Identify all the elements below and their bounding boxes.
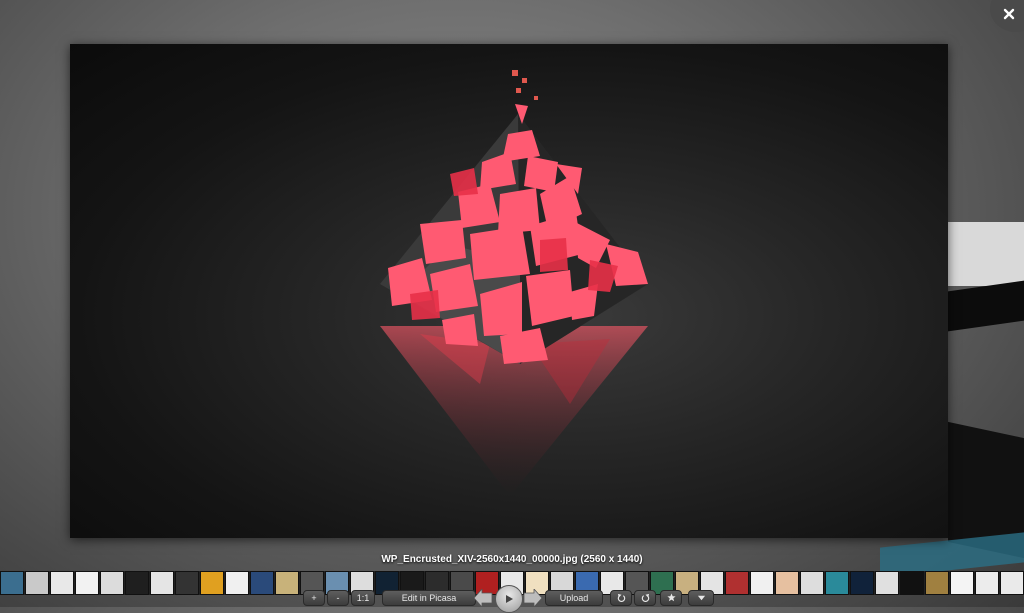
- wallpaper-shape: [948, 280, 1024, 332]
- zoom-out-button[interactable]: -: [327, 590, 349, 606]
- play-icon: [506, 595, 513, 603]
- more-button[interactable]: [688, 590, 714, 606]
- next-button[interactable]: [522, 587, 543, 609]
- rotate-left-button[interactable]: [610, 590, 632, 606]
- arrow-left-icon: [473, 587, 493, 609]
- edit-in-picasa-button[interactable]: Edit in Picasa: [382, 590, 476, 606]
- previous-button[interactable]: [473, 587, 494, 609]
- rotate-left-icon: [617, 593, 625, 602]
- rotate-right-button[interactable]: [634, 590, 656, 606]
- slideshow-play-button[interactable]: [495, 585, 523, 613]
- actual-size-button[interactable]: 1:1: [351, 590, 375, 606]
- close-icon: [1003, 8, 1015, 20]
- close-button[interactable]: [990, 0, 1024, 32]
- photo-preview: [70, 44, 948, 538]
- chevron-down-icon: [697, 595, 705, 601]
- star-button[interactable]: [660, 590, 682, 606]
- rotate-right-icon: [641, 593, 649, 602]
- crystal-artwork: [380, 70, 648, 496]
- viewer-toolbar: + - 1:1 Edit in Picasa Upload: [0, 585, 1024, 613]
- star-icon: [666, 593, 676, 602]
- upload-button[interactable]: Upload: [545, 590, 603, 606]
- zoom-in-button[interactable]: +: [303, 590, 325, 606]
- wallpaper-shape: [948, 222, 1024, 286]
- image-caption: WP_Encrusted_XIV-2560x1440_00000.jpg (25…: [381, 554, 643, 565]
- arrow-right-icon: [523, 587, 543, 609]
